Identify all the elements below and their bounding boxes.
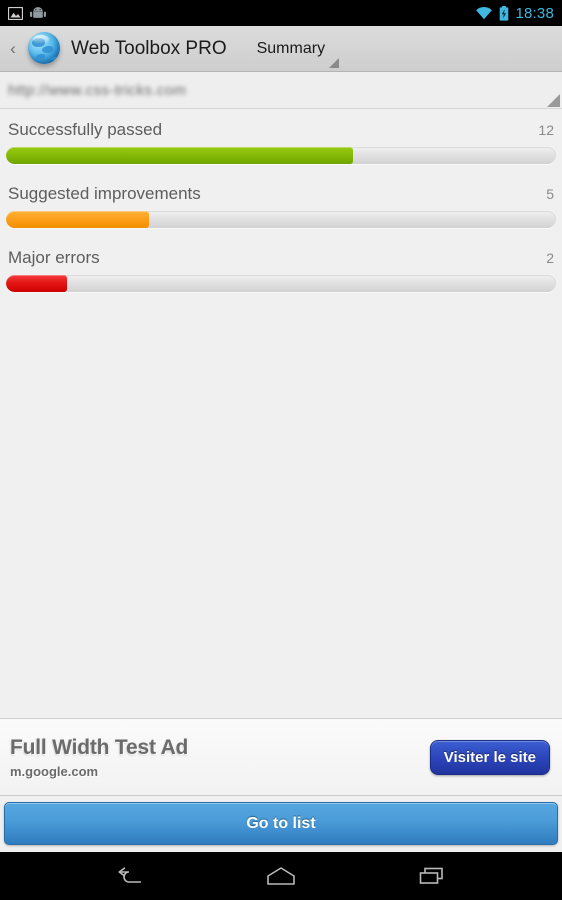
dropdown-triangle-icon: [329, 58, 340, 68]
status-bar: 18:38: [0, 0, 562, 26]
action-bar: ‹ Web Toolbox PRO Summary: [0, 26, 562, 72]
stat-row-suggested-improvements: Suggested improvements 5: [0, 178, 562, 228]
progress-track: [6, 147, 556, 164]
back-icon[interactable]: [107, 857, 153, 895]
cta-container: Go to list: [0, 796, 562, 852]
expand-triangle-icon[interactable]: [547, 94, 560, 107]
progress-track: [6, 211, 556, 228]
go-to-list-button[interactable]: Go to list: [4, 802, 558, 845]
recents-icon[interactable]: [409, 857, 455, 895]
url-bar[interactable]: http://www.css-tricks.com: [0, 72, 562, 109]
stat-count: 2: [546, 250, 554, 266]
ad-url: m.google.com: [10, 763, 99, 779]
summary-spinner-label: Summary: [256, 39, 326, 57]
status-bar-system: 18:38: [475, 5, 554, 22]
progress-fill-red: [6, 275, 67, 292]
progress-fill-orange: [6, 211, 149, 228]
stat-row-successfully-passed: Successfully passed 12: [0, 114, 562, 164]
stat-label: Suggested improvements: [8, 184, 201, 203]
stat-label: Major errors: [8, 248, 100, 267]
stat-header: Successfully passed 12: [6, 114, 556, 147]
wifi-icon: [475, 6, 493, 20]
stat-count: 12: [538, 122, 554, 138]
ad-text-block: Full Width Test Ad m.google.com: [10, 736, 188, 779]
android-screen: 18:38 ‹ Web Toolbox PRO Summary http://w…: [0, 0, 562, 900]
home-icon[interactable]: [258, 857, 304, 895]
ad-visit-site-button[interactable]: Visiter le site: [429, 739, 550, 775]
up-back-chevron-icon[interactable]: ‹: [0, 40, 23, 57]
stat-label: Successfully passed: [8, 120, 163, 139]
progress-fill-green: [6, 147, 353, 164]
stat-header: Suggested improvements 5: [6, 178, 556, 211]
status-bar-clock: 18:38: [515, 4, 554, 22]
stat-header: Major errors 2: [6, 242, 556, 275]
url-text: http://www.css-tricks.com: [7, 81, 187, 99]
battery-charging-icon: [499, 5, 509, 21]
android-icon: [30, 6, 46, 20]
screenshot-icon: [8, 6, 23, 20]
summary-spinner[interactable]: Summary: [256, 26, 340, 71]
stat-count: 5: [546, 186, 554, 202]
system-nav-bar: [0, 852, 562, 900]
summary-content: Successfully passed 12 Suggested improve…: [0, 109, 562, 718]
ad-banner[interactable]: Full Width Test Ad m.google.com Visiter …: [0, 718, 562, 796]
globe-icon: [25, 30, 63, 68]
app-title: Web Toolbox PRO: [71, 37, 227, 59]
progress-track: [6, 275, 556, 292]
status-bar-notifications: [8, 6, 475, 20]
ad-title: Full Width Test Ad: [10, 735, 189, 759]
stat-row-major-errors: Major errors 2: [0, 242, 562, 292]
